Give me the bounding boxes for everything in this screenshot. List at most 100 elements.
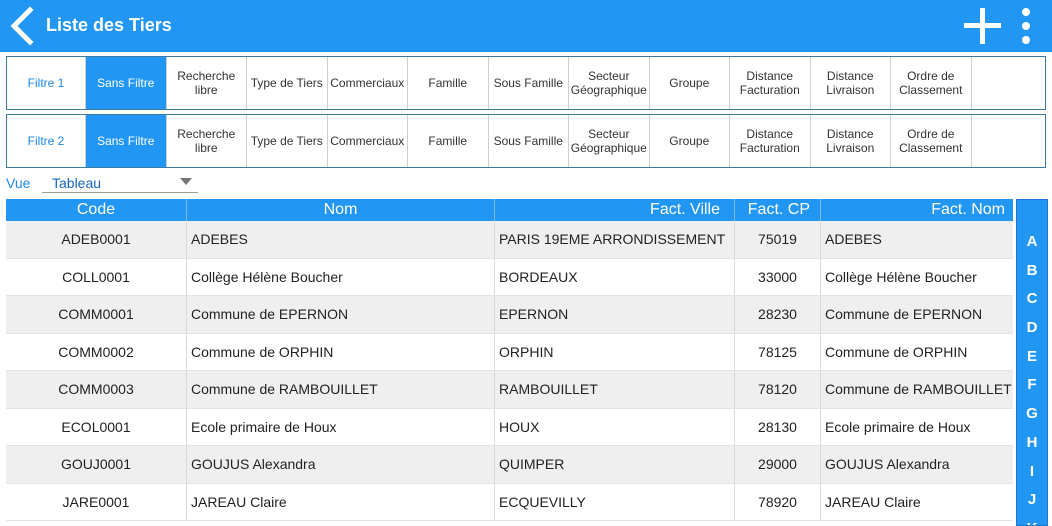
filter-row-1: Filtre 1 Sans Filtre Recherche libre Typ…: [6, 56, 1046, 110]
cell-fact-nom: Collège Hélène Boucher: [825, 268, 977, 285]
filter-1-option-type-de-tiers[interactable]: Type de Tiers: [247, 57, 328, 109]
cell-fact-cp: 78125: [735, 333, 821, 370]
cell-fact-nom: Commune de RAMBOUILLET: [825, 381, 1012, 397]
table-row[interactable]: ADEB0001 ADEBES PARIS 19EME ARRONDISSEME…: [6, 221, 1013, 259]
cell-fact-nom: Commune de ORPHIN: [825, 343, 968, 360]
cell-fact-nom: GOUJUS Alexandra: [825, 456, 950, 472]
column-header-fact-ville[interactable]: Fact. Ville: [495, 199, 735, 221]
filter-2-option-ordre-de-classement[interactable]: Ordre de Classement: [891, 115, 972, 167]
column-header-nom[interactable]: Nom: [187, 199, 495, 221]
cell-code: COMM0003: [6, 371, 187, 408]
alphabet-letter-c[interactable]: C: [1017, 285, 1047, 314]
table-row[interactable]: GOUJ0001 GOUJUS Alexandra QUIMPER 29000 …: [6, 446, 1013, 484]
table-row[interactable]: COMM0002 Commune de ORPHIN ORPHIN 78125 …: [6, 333, 1013, 371]
cell-fact-nom: Commune de EPERNON: [825, 306, 983, 322]
filter-1-option-recherche-libre[interactable]: Recherche libre: [167, 57, 247, 109]
cell-code: ECOL0001: [6, 408, 187, 445]
cell-fact-nom: ADEBES: [825, 231, 882, 247]
cell-fact-ville: ECQUEVILLY: [495, 483, 735, 520]
filter-2-option-recherche-libre[interactable]: Recherche libre: [167, 115, 247, 167]
tiers-table: Code Nom Fact. Ville Fact. CP Fact. Nom …: [6, 199, 1013, 526]
cell-code: JARE0001: [6, 483, 187, 520]
cell-fact-nom: Ecole primaire de Houx: [825, 418, 971, 435]
filter-1-option-distance-facturation[interactable]: Distance Facturation: [730, 57, 811, 109]
filter-2-option-secteur-geographique[interactable]: Secteur Géographique: [569, 115, 650, 167]
filter-1-label: Filtre 1: [7, 57, 86, 109]
cell-fact-ville: HOUX: [495, 408, 735, 445]
filter-1-option-secteur-geographique[interactable]: Secteur Géographique: [569, 57, 650, 109]
alphabet-letter-e[interactable]: E: [1017, 343, 1047, 372]
vue-selected-value: Tableau: [52, 175, 102, 191]
page-title: Liste des Tiers: [46, 15, 172, 35]
column-header-code[interactable]: Code: [6, 199, 187, 221]
cell-nom: ADEBES: [187, 221, 495, 258]
cell-nom: Collège Hélène Boucher: [187, 258, 495, 295]
alphabet-letter-b[interactable]: B: [1017, 257, 1047, 286]
table-row[interactable]: COMM0001 Commune de EPERNON EPERNON 2823…: [6, 296, 1013, 334]
cell-fact-cp: 33000: [735, 258, 821, 295]
filter-1-option-groupe[interactable]: Groupe: [650, 57, 730, 109]
plus-icon: [964, 8, 1001, 44]
filter-1-option-famille[interactable]: Famille: [408, 57, 489, 109]
alphabet-letter-g[interactable]: G: [1017, 400, 1047, 429]
vue-label: Vue: [6, 175, 31, 191]
filter-1-option-sans-filtre[interactable]: Sans Filtre: [86, 57, 167, 109]
add-button[interactable]: [960, 5, 1004, 47]
cell-fact-ville: BORDEAUX: [495, 258, 735, 295]
cell-code: COMM0001: [6, 296, 187, 333]
chevron-left-icon: [10, 6, 34, 46]
cell-nom: Ecole primaire de Houx: [187, 408, 495, 445]
cell-fact-cp: 29000: [735, 446, 821, 483]
filter-2-label: Filtre 2: [7, 115, 86, 167]
cell-fact-cp: 28130: [735, 408, 821, 445]
filter-row-2: Filtre 2 Sans Filtre Recherche libre Typ…: [6, 114, 1046, 168]
cell-nom: Commune de EPERNON: [187, 296, 495, 333]
vue-dropdown[interactable]: Tableau: [42, 171, 198, 193]
cell-nom: GOUJUS Alexandra: [187, 446, 495, 483]
column-header-fact-cp[interactable]: Fact. CP: [735, 199, 821, 221]
filter-1-option-ordre-de-classement[interactable]: Ordre de Classement: [891, 57, 972, 109]
cell-code: COLL0001: [6, 258, 187, 295]
filter-2-option-famille[interactable]: Famille: [408, 115, 489, 167]
alphabet-letter-d[interactable]: D: [1017, 314, 1047, 343]
filter-2-option-distance-facturation[interactable]: Distance Facturation: [730, 115, 811, 167]
filter-2-option-commerciaux[interactable]: Commerciaux: [328, 115, 408, 167]
cell-code: COMM0002: [6, 333, 187, 370]
more-options-button[interactable]: [1014, 5, 1038, 47]
cell-fact-ville: RAMBOUILLET: [495, 371, 735, 408]
cell-fact-cp: 78920: [735, 483, 821, 520]
cell-fact-ville: EPERNON: [495, 296, 735, 333]
filter-2-option-distance-livraison[interactable]: Distance Livraison: [811, 115, 891, 167]
filter-2-option-groupe[interactable]: Groupe: [650, 115, 730, 167]
cell-code: GOUJ0001: [6, 446, 187, 483]
table-row[interactable]: COMM0003 Commune de RAMBOUILLET RAMBOUIL…: [6, 371, 1013, 409]
alphabet-letter-f[interactable]: F: [1017, 371, 1047, 400]
cell-nom: Commune de ORPHIN: [187, 333, 495, 370]
table-header: Code Nom Fact. Ville Fact. CP Fact. Nom: [6, 199, 1013, 221]
table-row[interactable]: JARE0001 JAREAU Claire ECQUEVILLY 78920 …: [6, 483, 1013, 521]
alphabet-letter-k[interactable]: K: [1017, 515, 1047, 525]
cell-nom: Commune de RAMBOUILLET: [187, 371, 495, 408]
filter-2-option-sans-filtre[interactable]: Sans Filtre: [86, 115, 167, 167]
alphabet-letter-h[interactable]: H: [1017, 429, 1047, 458]
cell-fact-ville: PARIS 19EME ARRONDISSEMENT: [495, 221, 735, 258]
alphabet-letter-i[interactable]: I: [1017, 458, 1047, 487]
filter-2-option-type-de-tiers[interactable]: Type de Tiers: [247, 115, 328, 167]
filter-2-option-sous-famille[interactable]: Sous Famille: [489, 115, 569, 167]
column-header-fact-nom[interactable]: Fact. Nom: [821, 199, 1013, 221]
cell-fact-cp: 78120: [735, 371, 821, 408]
alphabet-index: A B C D E F G H I J K: [1016, 199, 1048, 526]
vertical-dots-icon: [1022, 8, 1030, 44]
app-bar: Liste des Tiers: [0, 0, 1052, 52]
back-button[interactable]: [6, 6, 38, 46]
table-row[interactable]: ECOL0001 Ecole primaire de Houx HOUX 281…: [6, 408, 1013, 446]
filter-1-option-distance-livraison[interactable]: Distance Livraison: [811, 57, 891, 109]
caret-down-icon: [180, 178, 192, 185]
filter-2-empty-cell: [972, 115, 1046, 167]
cell-code: ADEB0001: [6, 221, 187, 258]
alphabet-letter-a[interactable]: A: [1017, 228, 1047, 257]
alphabet-letter-j[interactable]: J: [1017, 486, 1047, 515]
table-row[interactable]: COLL0001 Collège Hélène Boucher BORDEAUX…: [6, 258, 1013, 296]
filter-1-option-sous-famille[interactable]: Sous Famille: [489, 57, 569, 109]
filter-1-option-commerciaux[interactable]: Commerciaux: [328, 57, 408, 109]
